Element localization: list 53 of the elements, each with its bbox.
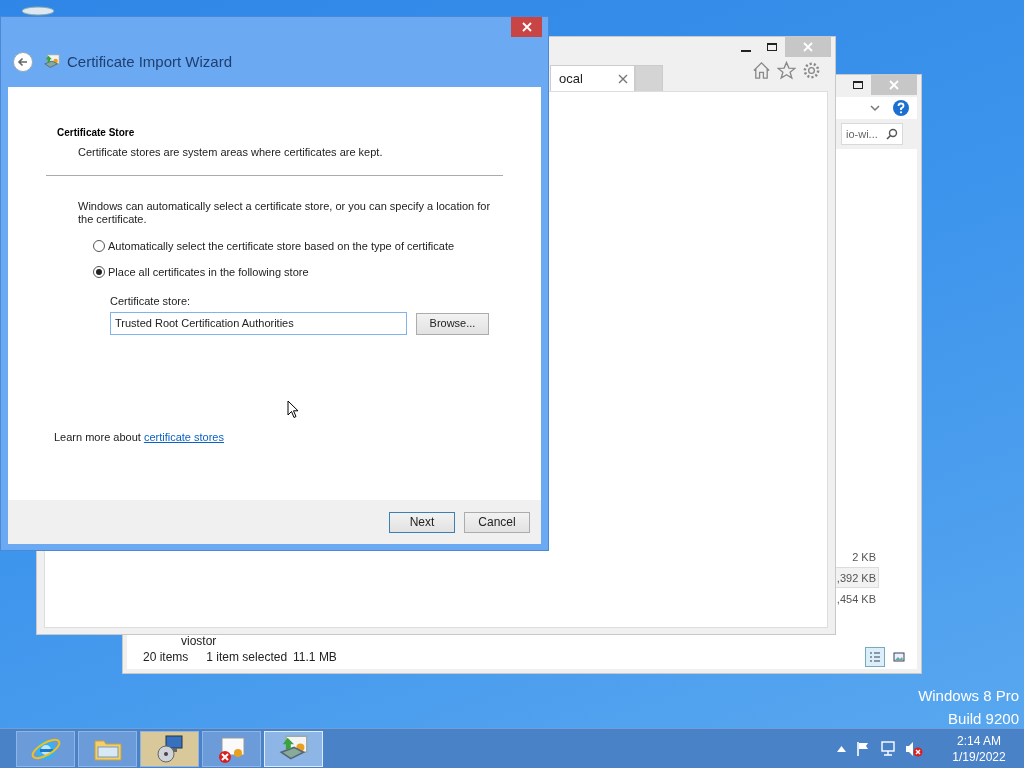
- close-button[interactable]: [511, 17, 542, 37]
- search-text: io-wi...: [846, 126, 878, 142]
- file-size: 2 KB: [851, 550, 877, 565]
- store-label: Certificate store:: [110, 293, 192, 309]
- details-list-icon: [869, 651, 881, 663]
- intro-text: Windows can automatically select a certificate store, or you can specify a location for the certificate.: [78, 199, 492, 226]
- close-tab-icon[interactable]: [618, 73, 628, 84]
- radio-button[interactable]: [93, 266, 105, 279]
- taskbar-button[interactable]: [16, 730, 75, 767]
- back-button[interactable]: [13, 52, 33, 72]
- taskbar-button[interactable]: [78, 730, 137, 767]
- browser-tab[interactable]: ocal: [550, 65, 635, 91]
- chevron-down-icon[interactable]: [869, 102, 881, 114]
- mouse-cursor-icon: [287, 400, 299, 419]
- image-icon: [893, 651, 905, 663]
- learn-more-text: Learn more about certificate stores: [54, 431, 224, 443]
- help-icon[interactable]: [893, 100, 909, 116]
- build-number-text: Build 9200: [948, 709, 1019, 729]
- selection-size: 11.1 MB: [293, 649, 337, 666]
- details-view-button[interactable]: [865, 647, 885, 667]
- item-count: 20 items: [143, 649, 189, 666]
- store-field[interactable]: Trusted Root Certification Authorities: [110, 312, 407, 335]
- section-heading: Certificate Store: [57, 126, 136, 140]
- muted-speaker-icon[interactable]: [905, 740, 923, 757]
- close-icon: [889, 80, 899, 90]
- settings-icon[interactable]: [802, 61, 821, 80]
- window-title: Certificate Import Wizard: [67, 51, 233, 72]
- search-field[interactable]: io-wi...: [841, 123, 903, 145]
- star-icon[interactable]: [777, 61, 796, 80]
- clock[interactable]: 2:14 AM 1/19/2022: [944, 732, 1014, 765]
- certificate-stores-link[interactable]: certificate stores: [143, 431, 224, 443]
- wizard-button[interactable]: Next: [389, 511, 455, 533]
- windows-edition-text: Windows 8 Pro: [918, 686, 1019, 706]
- wizard-button[interactable]: Cancel: [464, 511, 530, 533]
- back-arrow-icon: [17, 56, 29, 68]
- search-icon: [886, 128, 898, 140]
- browse-button[interactable]: Browse...: [416, 312, 489, 335]
- taskbar-button[interactable]: [140, 730, 199, 767]
- radio-option[interactable]: Automatically select the certificate store based on the type of certificate: [93, 237, 491, 254]
- certificate-import-icon: [43, 53, 61, 71]
- network-icon[interactable]: [880, 740, 896, 757]
- show-hidden-icons-icon[interactable]: [837, 745, 846, 752]
- section-description: Certificate stores are system areas where certificates are kept.: [78, 145, 384, 160]
- close-icon: [803, 42, 813, 52]
- close-icon: [521, 22, 532, 32]
- file-size: ,392 KB: [833, 567, 879, 588]
- file-size: ,454 KB: [835, 592, 877, 607]
- radio-option[interactable]: Place all certificates in the following store: [93, 264, 491, 281]
- taskbar-button[interactable]: [202, 730, 261, 767]
- folder-name: viostor: [181, 635, 217, 647]
- selection-status: 1 item selected: [206, 649, 288, 666]
- flag-icon[interactable]: [855, 740, 871, 757]
- radio-button[interactable]: [93, 239, 105, 252]
